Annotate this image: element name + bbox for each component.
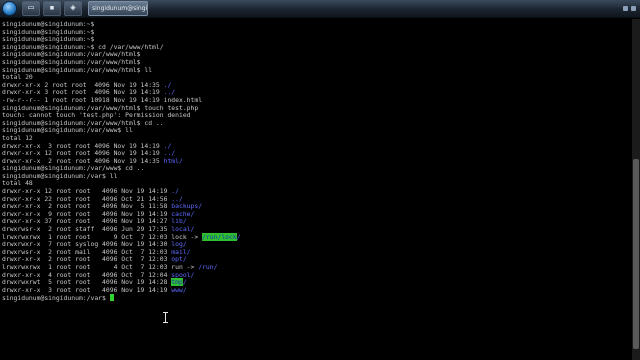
terminal-line: singidunum@singidunum:/var$ [2, 294, 632, 302]
terminal-scrollbar[interactable] [632, 19, 640, 360]
highlighted-path: /run/lock [202, 232, 237, 241]
terminal-cursor [109, 294, 114, 302]
text-cursor-icon [163, 312, 168, 323]
system-tray [623, 6, 640, 11]
start-button[interactable] [2, 1, 17, 16]
taskbar: ▭ ▪ ◈ singidunum@singidunum: /var [0, 0, 640, 18]
terminal-button[interactable]: ▪ [43, 1, 61, 16]
directory-name: www/ [171, 285, 187, 294]
terminal-line: singidunum@singidunum:/var/www/html$ ll [2, 66, 632, 75]
terminal-window-task[interactable]: singidunum@singidunum: /var [88, 1, 148, 16]
directory-name: html/ [163, 156, 183, 165]
scrollbar-thumb[interactable] [633, 159, 639, 349]
terminal-line: drwxr-xr-x 3 root root 4096 Nov 19 14:19… [2, 285, 632, 295]
network-icon[interactable] [623, 6, 628, 11]
terminal-line: singidunum@singidunum:~$ [2, 20, 632, 29]
explorer-button[interactable]: ▭ [22, 1, 40, 16]
terminal-line: singidunum@singidunum:~$ [2, 28, 632, 37]
terminal-window[interactable]: singidunum@singidunum:~$ singidunum@singi… [0, 19, 632, 360]
terminal-line: singidunum@singidunum:/var/www$ ll [2, 127, 632, 135]
terminal-output[interactable]: singidunum@singidunum:~$ singidunum@singi… [0, 19, 632, 302]
directory-name: / [236, 232, 241, 241]
directory-name: /run/ [198, 263, 218, 271]
terminal-line: singidunum@singidunum:/var$ ll [2, 172, 632, 181]
line-text: singidunum@singidunum:/var$ [2, 294, 110, 303]
volume-icon[interactable] [631, 6, 636, 11]
virtualbox-button[interactable]: ◈ [64, 1, 82, 16]
line-text: drwxr-xr-x 3 root root 4096 Nov 19 14:19 [2, 285, 172, 294]
